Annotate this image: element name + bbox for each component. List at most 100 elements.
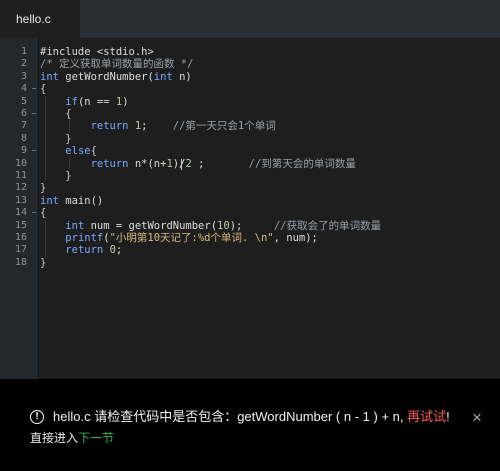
code-token: ; xyxy=(191,157,249,170)
code-line[interactable]: 7 return 1; //第一天只会1个单词 xyxy=(0,120,500,132)
line-number: 14 xyxy=(14,207,27,219)
code-line[interactable]: 12} xyxy=(0,182,500,194)
line-number: 10 xyxy=(14,157,27,169)
code-editor-window: hello.c 1 #include <stdio.h> 2 /* 定义获取单词数量的… xyxy=(0,0,500,471)
code-line[interactable]: 4−{ xyxy=(0,83,500,95)
code-text[interactable]: #include <stdio.h> xyxy=(40,46,154,58)
close-icon[interactable]: × xyxy=(469,409,485,426)
message-exclamation: ! xyxy=(446,409,450,424)
line-number: 17 xyxy=(14,244,27,256)
line-number: 11 xyxy=(14,170,27,181)
fold-marker-icon[interactable]: − xyxy=(30,207,38,219)
code-line[interactable]: 11 } xyxy=(0,170,500,182)
code-line[interactable]: 16 printf("小明第10天记了:%d个单词. \n", num); xyxy=(0,232,500,244)
next-section-link[interactable]: 下一节 xyxy=(78,431,114,445)
line-number: 13 xyxy=(14,194,27,206)
code-text[interactable]: printf("小明第10天记了:%d个单词. \n", num); xyxy=(40,232,318,244)
next-section-prompt: 直接进入下一节 xyxy=(30,430,150,447)
fold-marker-icon[interactable]: − xyxy=(30,145,38,157)
code-token: //到第天会的单词数量 xyxy=(248,157,356,170)
fold-marker-icon[interactable]: − xyxy=(30,108,38,120)
line-number: 5 xyxy=(20,95,27,107)
code-token: )/ xyxy=(172,157,186,170)
line-number: 4 xyxy=(20,83,27,95)
line-number: 16 xyxy=(14,232,27,243)
code-token: n*(n+ xyxy=(128,157,167,170)
code-line[interactable]: 15 int num = getWordNumber(10); //获取会了的单… xyxy=(0,220,500,232)
code-line[interactable]: 1 #include <stdio.h> xyxy=(0,46,500,58)
code-text[interactable]: /* 定义获取单词数量的函数 */ xyxy=(40,58,193,70)
code-token: num = getWordNumber( xyxy=(84,219,218,232)
code-check-message: hello.c 请检查代码中是否包含：getWordNumber ( n - 1… xyxy=(53,408,453,426)
code-editor[interactable]: 1 #include <stdio.h> 2 /* 定义获取单词数量的函数 */ 3 in… xyxy=(0,38,500,379)
code-text[interactable]: } xyxy=(40,182,46,194)
line-number: 18 xyxy=(14,256,27,268)
retry-link[interactable]: 再试试 xyxy=(407,409,446,424)
code-token: int xyxy=(65,219,85,232)
code-line[interactable]: 17 return 0; xyxy=(0,244,500,256)
code-line[interactable]: 18} xyxy=(0,257,500,269)
code-token: return xyxy=(90,120,129,133)
check-message-text: hello.c 请检查代码中是否包含：getWordNumber ( n - 1… xyxy=(53,409,404,424)
code-line[interactable]: 10 return n*(n+1)/2 ; //到第天会的单词数量 xyxy=(0,158,500,170)
code-token: ; xyxy=(115,244,123,257)
code-text[interactable]: } xyxy=(40,257,46,269)
code-text[interactable]: int main() xyxy=(40,195,103,207)
code-token: else xyxy=(65,145,91,158)
code-text[interactable]: int num = getWordNumber(10); //获取会了的单词数量 xyxy=(40,220,381,232)
code-token: } xyxy=(40,256,47,269)
line-number: 1 xyxy=(20,46,27,57)
warning-icon: ! xyxy=(30,410,44,424)
code-line[interactable]: 8 } xyxy=(0,133,500,145)
code-token: main() xyxy=(58,194,104,207)
code-line[interactable]: 14−{ xyxy=(0,207,500,219)
code-line[interactable]: 13 int main() xyxy=(0,195,500,207)
indent-guide xyxy=(45,95,46,183)
code-token: int xyxy=(40,70,59,83)
code-token: int xyxy=(153,70,173,83)
code-token: (n == xyxy=(77,95,116,108)
file-tab-hello-c[interactable]: hello.c xyxy=(0,0,80,38)
code-text[interactable]: return n*(n+1)/2 ; //到第天会的单词数量 xyxy=(40,158,356,170)
line-number: 9 xyxy=(20,145,27,157)
line-number: 3 xyxy=(20,70,27,82)
code-token: ; xyxy=(141,120,173,133)
code-line[interactable]: 3 int getWordNumber(int n) xyxy=(0,71,500,83)
code-text[interactable]: int getWordNumber(int n) xyxy=(40,71,192,83)
code-text[interactable]: return 1; //第一天只会1个单词 xyxy=(40,120,276,132)
code-token: return xyxy=(65,244,104,257)
code-token: 10 xyxy=(217,219,230,232)
code-line[interactable]: 9− else{ xyxy=(0,145,500,157)
code-token: #include <stdio.h> xyxy=(40,46,154,58)
code-token: "小明第10天记了:%d个单词. \n" xyxy=(109,232,274,244)
code-line[interactable]: 6− { xyxy=(0,108,500,120)
code-text[interactable]: { xyxy=(40,83,46,95)
code-line[interactable]: 2 /* 定义获取单词数量的函数 */ xyxy=(0,58,500,70)
code-text[interactable]: return 0; xyxy=(40,244,122,256)
code-text[interactable]: { xyxy=(40,207,46,219)
code-token: /* 定义获取单词数量的函数 */ xyxy=(40,58,194,71)
code-token: { xyxy=(90,145,97,158)
code-text[interactable]: else{ xyxy=(40,145,97,157)
line-number: 7 xyxy=(20,120,27,132)
code-token: int xyxy=(40,194,59,207)
code-token: //第一天只会1个单词 xyxy=(172,120,276,133)
code-token: printf xyxy=(65,232,104,244)
line-number: 2 xyxy=(20,58,27,70)
indent-guide xyxy=(69,157,70,170)
code-line[interactable]: 5 if(n == 1) xyxy=(0,96,500,108)
code-token: n) xyxy=(172,70,192,83)
fold-marker-icon[interactable]: − xyxy=(30,83,38,95)
code-token: , num); xyxy=(273,232,318,244)
code-check-notification: ! hello.c 请检查代码中是否包含：getWordNumber ( n -… xyxy=(0,379,500,471)
code-token: //获取会了的单词数量 xyxy=(273,219,382,232)
code-token: ) xyxy=(122,95,129,108)
code-text[interactable]: if(n == 1) xyxy=(40,95,129,108)
